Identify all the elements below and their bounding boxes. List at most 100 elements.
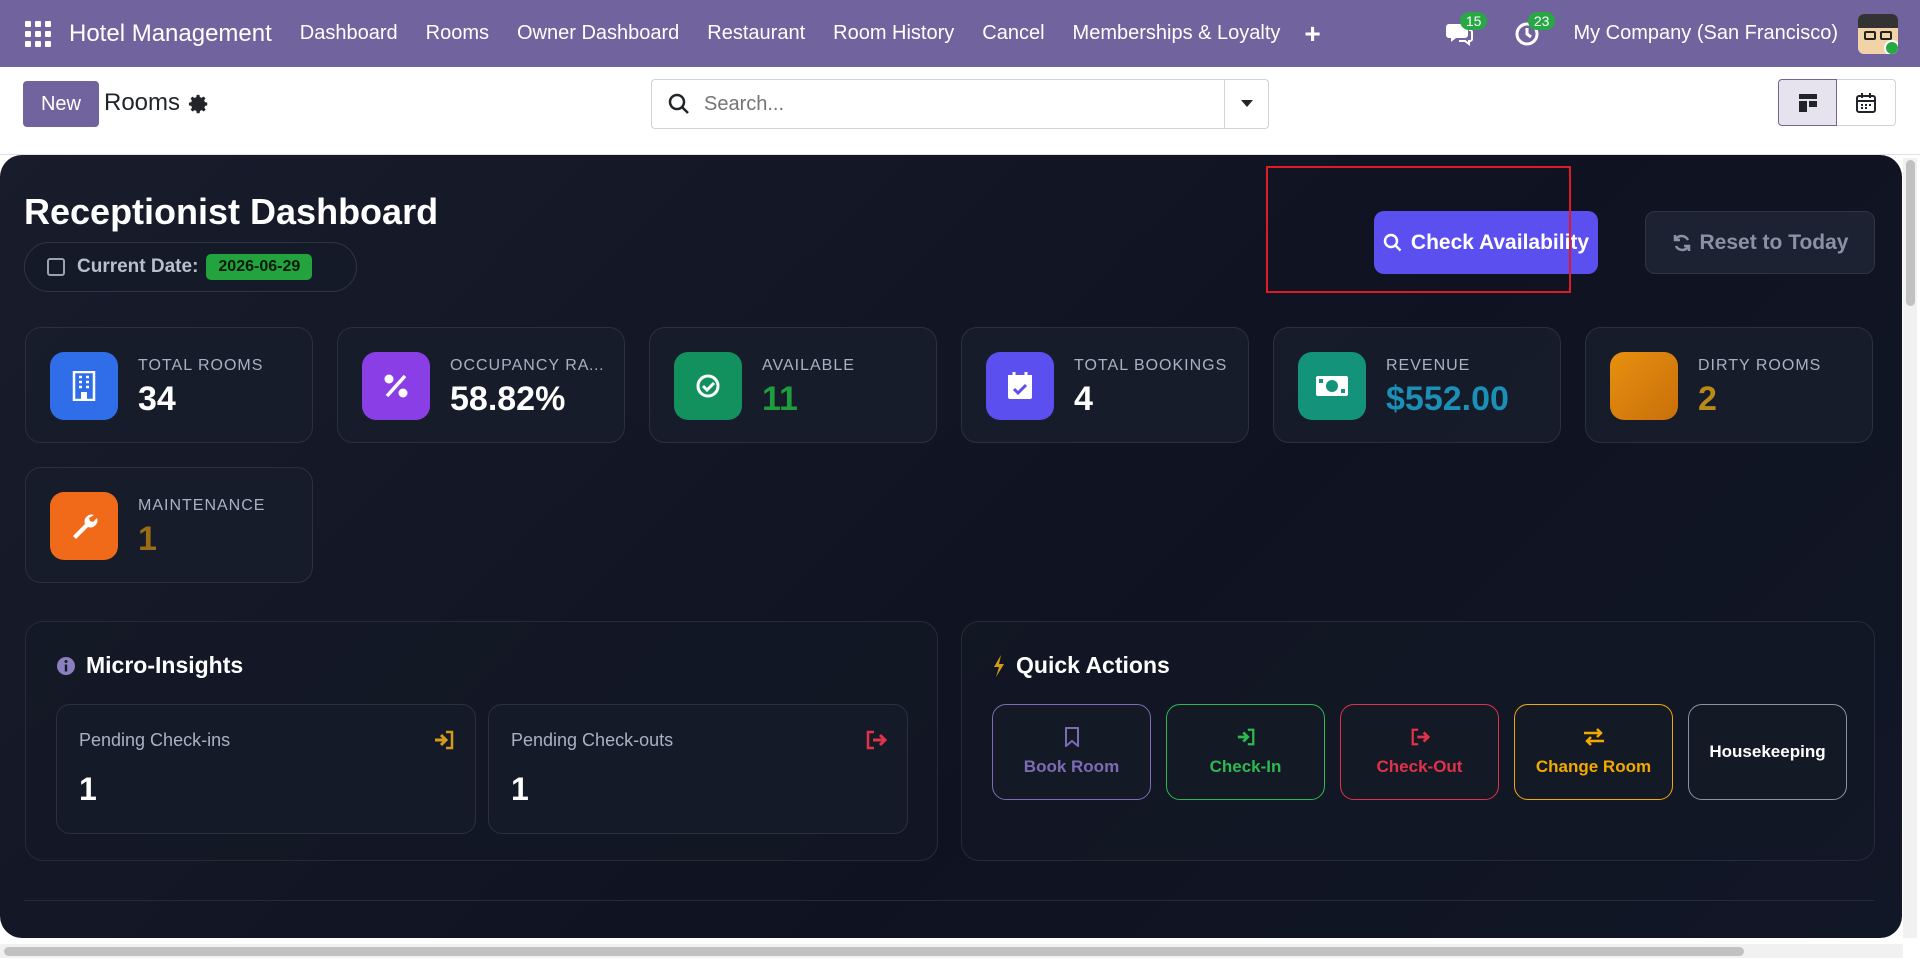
micro-insights-title: Micro-Insights — [56, 652, 243, 679]
nav-item-memberships-loyalty[interactable]: Memberships & Loyalty — [1059, 22, 1295, 45]
revenue-card-highlight — [1266, 166, 1571, 293]
stat-label: REVENUE — [1386, 357, 1471, 374]
search-bar — [651, 79, 1269, 129]
stat-label: TOTAL BOOKINGS — [1074, 357, 1228, 374]
activities-button[interactable]: 23 — [1505, 11, 1556, 54]
stat-value: 4 — [1074, 380, 1093, 418]
section-divider — [24, 900, 1874, 901]
plus-icon[interactable]: + — [1294, 18, 1330, 50]
exchange-icon — [1583, 728, 1604, 746]
calendar-view-button[interactable] — [1837, 79, 1896, 126]
control-panel: New Rooms — [0, 67, 1920, 155]
stat-card-dirty-rooms[interactable]: DIRTY ROOMS 2 — [1585, 327, 1873, 443]
stat-label: MAINTENANCE — [138, 497, 266, 514]
stat-card-available[interactable]: AVAILABLE 11 — [649, 327, 937, 443]
gear-icon[interactable] — [188, 93, 210, 115]
info-circle-icon — [57, 656, 75, 675]
nav-item-dashboard[interactable]: Dashboard — [286, 22, 412, 45]
calendar-icon — [47, 258, 65, 276]
bolt-icon — [994, 654, 1004, 677]
calendar-icon — [1856, 92, 1876, 113]
sign-out-icon — [1411, 728, 1430, 746]
check-out-label: Check-Out — [1376, 757, 1463, 776]
nav-item-owner-dashboard[interactable]: Owner Dashboard — [503, 22, 693, 45]
pending-checkins-label: Pending Check-ins — [79, 730, 231, 750]
check-circle-icon — [674, 352, 742, 420]
housekeeping-button[interactable]: Housekeeping — [1688, 704, 1847, 800]
housekeeping-label: Housekeeping — [1709, 742, 1826, 761]
bookmark-icon — [1064, 727, 1079, 747]
current-date-value: 2026-06-29 — [206, 254, 313, 280]
app-brand[interactable]: Hotel Management — [69, 20, 272, 48]
messages-count-badge: 15 — [1459, 11, 1488, 30]
receptionist-dashboard: Receptionist Dashboard Current Date: 202… — [0, 155, 1902, 938]
nav-item-restaurant[interactable]: Restaurant — [693, 22, 819, 45]
change-room-label: Change Room — [1535, 757, 1652, 776]
stat-label: TOTAL ROOMS — [138, 357, 264, 374]
new-button[interactable]: New — [23, 81, 99, 127]
stat-card-occupancy-rate[interactable]: OCCUPANCY RATE 58.82% — [337, 327, 625, 443]
kanban-view-button[interactable] — [1778, 79, 1837, 126]
top-navbar: Hotel Management Dashboard Rooms Owner D… — [0, 0, 1920, 67]
search-input[interactable] — [704, 92, 1204, 116]
quick-actions-panel: Quick Actions Book Room Check-In Check-O… — [961, 621, 1875, 861]
search-icon — [668, 93, 689, 114]
dashboard-title: Receptionist Dashboard — [24, 191, 439, 232]
stat-value: 34 — [138, 380, 176, 418]
check-out-button[interactable]: Check-Out — [1340, 704, 1499, 800]
sign-out-icon — [866, 730, 887, 750]
user-avatar[interactable] — [1858, 13, 1898, 54]
stat-card-maintenance[interactable]: MAINTENANCE 1 — [25, 467, 313, 583]
calendar-check-icon — [986, 352, 1054, 420]
pending-checkouts-value: 1 — [511, 771, 529, 807]
search-dropdown-toggle[interactable] — [1224, 80, 1268, 128]
view-switcher — [1778, 79, 1896, 126]
current-date-pill: Current Date: 2026-06-29 — [24, 242, 357, 292]
quick-actions-title-text: Quick Actions — [1016, 652, 1170, 678]
refresh-icon — [1673, 234, 1690, 251]
breadcrumb: Rooms — [104, 89, 181, 116]
caret-down-icon — [1240, 100, 1253, 107]
nav-item-room-history[interactable]: Room History — [819, 22, 968, 45]
online-status-icon — [1884, 39, 1898, 54]
horizontal-scrollbar[interactable] — [0, 944, 1903, 958]
company-switcher[interactable]: My Company (San Francisco) — [1573, 22, 1838, 45]
micro-insights-title-text: Micro-Insights — [86, 652, 244, 678]
book-room-label: Book Room — [1023, 757, 1120, 776]
quick-actions-title: Quick Actions — [992, 652, 1170, 679]
check-in-button[interactable]: Check-In — [1166, 704, 1325, 800]
stat-card-total-rooms[interactable]: TOTAL ROOMS 34 — [25, 327, 313, 443]
pending-checkouts-label: Pending Check-outs — [511, 730, 674, 750]
stat-value: 58.82% — [450, 380, 566, 418]
stat-value: 1 — [138, 520, 157, 558]
activities-count-badge: 23 — [1527, 11, 1556, 30]
apps-menu-icon[interactable] — [25, 20, 51, 47]
reset-to-today-button[interactable]: Reset to Today — [1645, 211, 1875, 274]
current-date-label: Current Date: — [77, 256, 199, 277]
stat-card-total-bookings[interactable]: TOTAL BOOKINGS 4 — [961, 327, 1249, 443]
book-room-button[interactable]: Book Room — [992, 704, 1151, 800]
stat-card-revenue[interactable]: REVENUE $552.00 — [1273, 327, 1561, 443]
pending-checkins-value: 1 — [79, 771, 97, 807]
stat-value: 11 — [762, 380, 798, 418]
percent-icon — [362, 352, 430, 420]
sign-in-icon — [435, 730, 454, 750]
sign-in-icon — [1237, 728, 1254, 746]
nav-item-cancel[interactable]: Cancel — [968, 22, 1058, 45]
dirty-icon — [1610, 352, 1678, 420]
micro-insights-panel: Micro-Insights Pending Check-ins 1 Pendi… — [25, 621, 938, 861]
vertical-scrollbar[interactable] — [1903, 158, 1917, 938]
stat-label: OCCUPANCY RATE — [450, 357, 610, 374]
stat-value: $552.00 — [1386, 380, 1509, 418]
change-room-button[interactable]: Change Room — [1514, 704, 1673, 800]
nav-item-rooms[interactable]: Rooms — [412, 22, 503, 45]
stat-label: DIRTY ROOMS — [1698, 357, 1822, 374]
messages-button[interactable]: 15 — [1437, 11, 1488, 54]
stat-value: 2 — [1698, 380, 1717, 418]
pending-checkins-card[interactable]: Pending Check-ins 1 — [56, 704, 476, 834]
building-icon — [50, 352, 118, 420]
wrench-icon — [50, 492, 118, 560]
pending-checkouts-card[interactable]: Pending Check-outs 1 — [488, 704, 908, 834]
check-in-label: Check-In — [1209, 757, 1282, 776]
kanban-icon — [1798, 93, 1817, 112]
